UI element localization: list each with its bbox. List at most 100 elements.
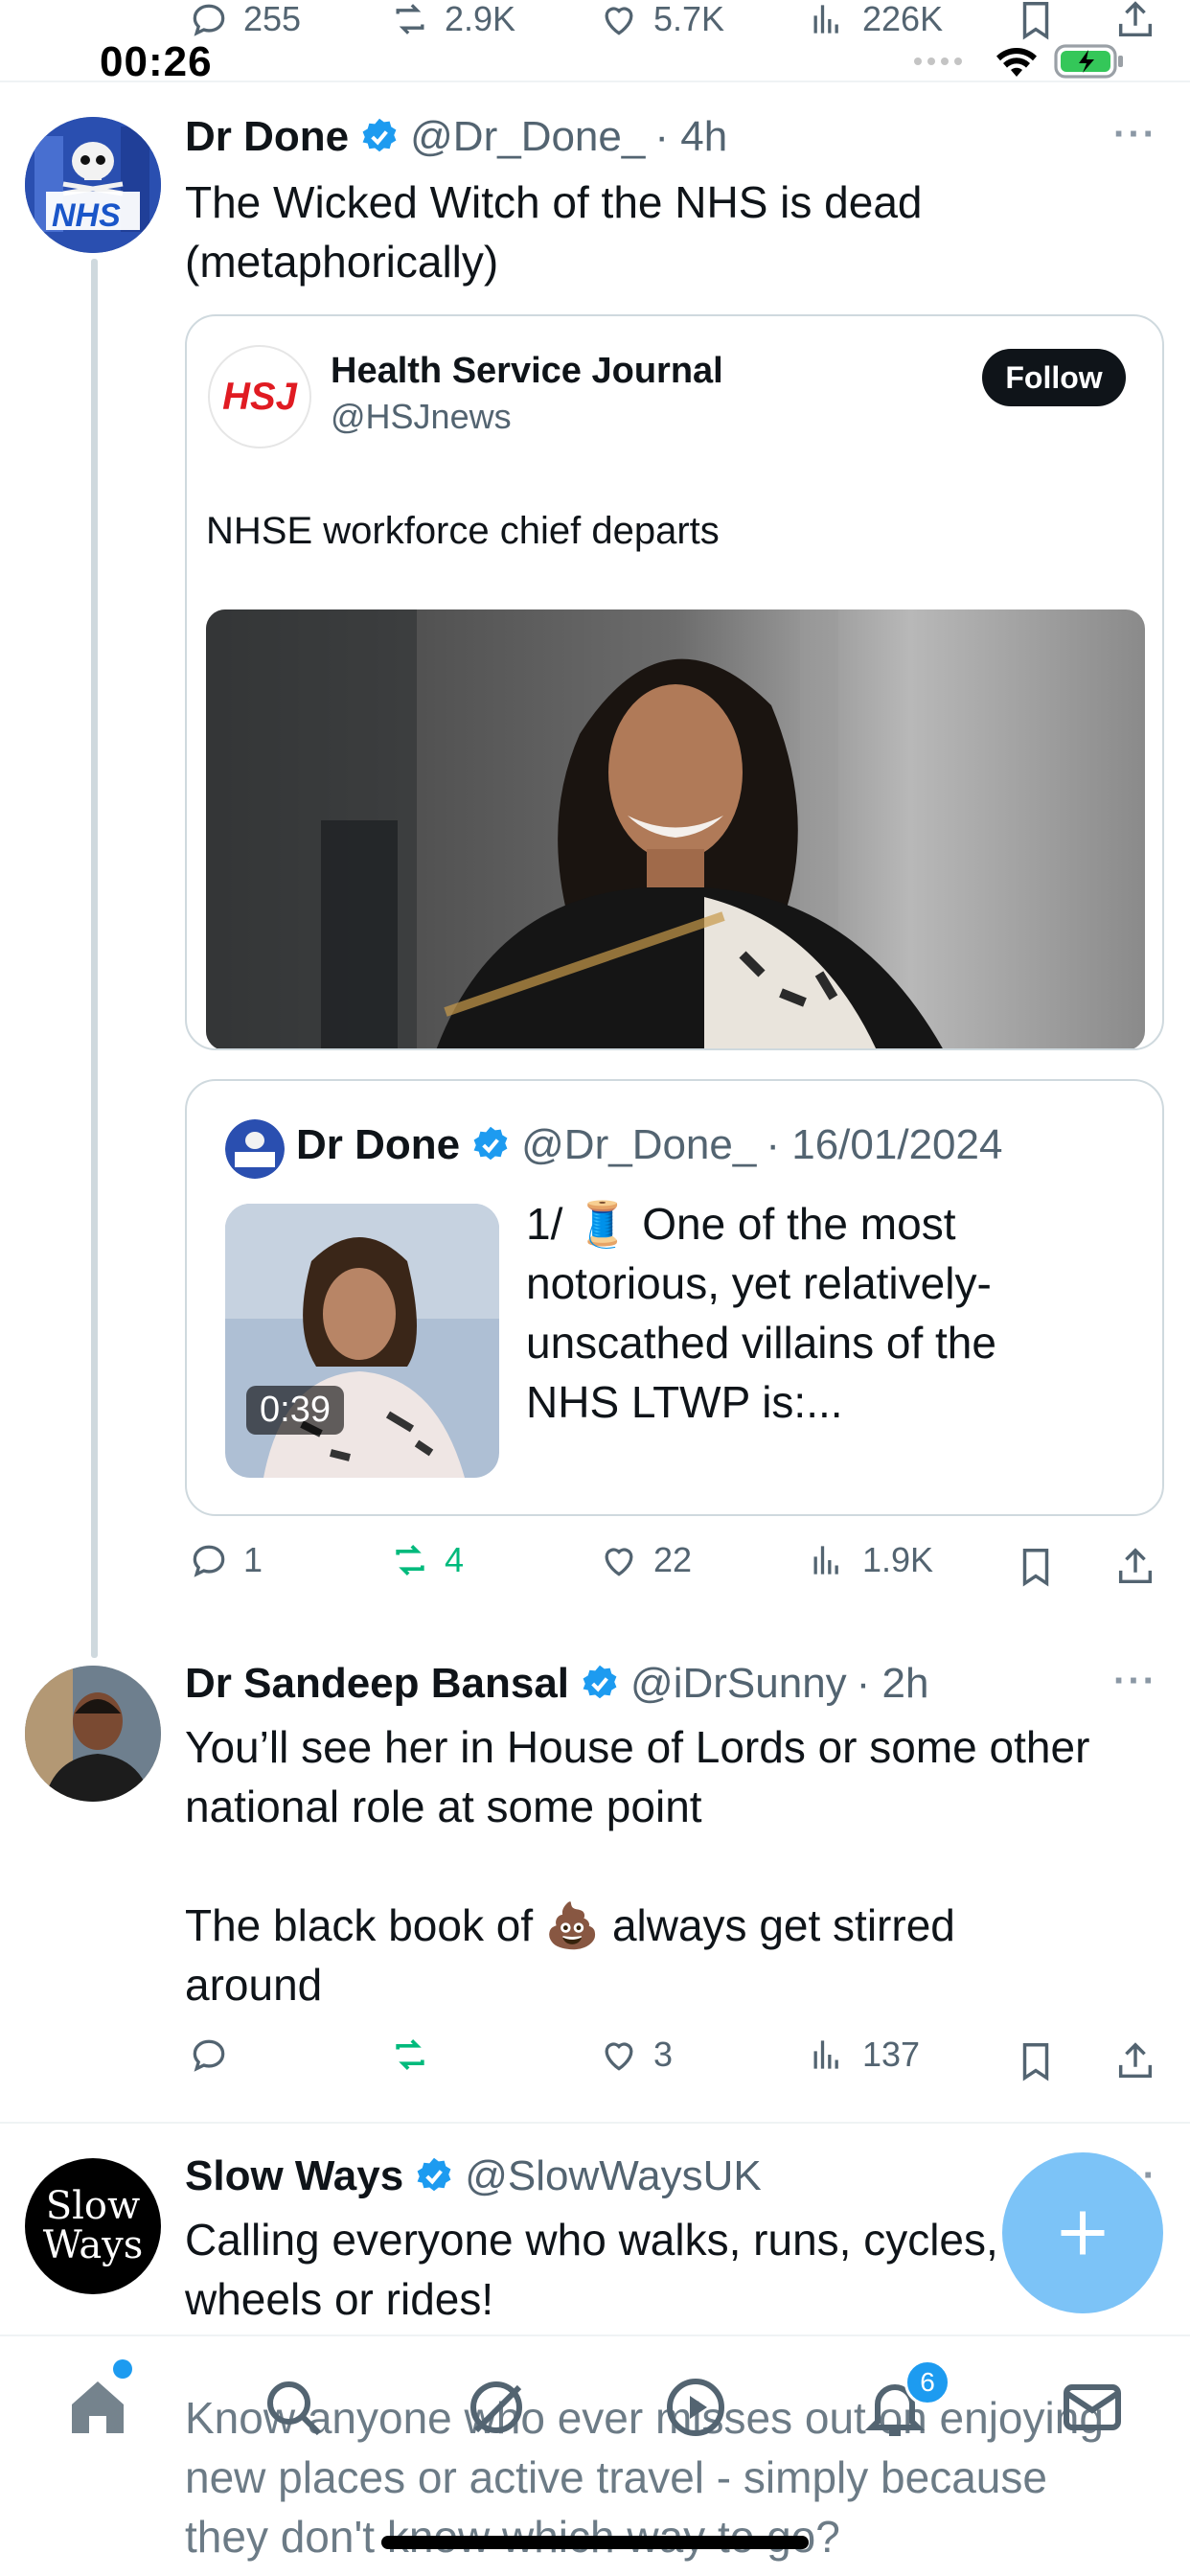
grok-icon[interactable]: [462, 2373, 531, 2442]
author-handle[interactable]: @iDrSunny: [630, 1660, 847, 1708]
like-count: 5.7K: [653, 0, 725, 38]
plus-icon: [1061, 2211, 1105, 2255]
avatar[interactable]: Slow Ways: [25, 2158, 161, 2294]
tweet-time: · 2h: [856, 1660, 929, 1707]
views-action[interactable]: 1.9K: [807, 1539, 933, 1581]
author-name[interactable]: Slow Ways: [185, 2152, 403, 2200]
like-count: 22: [653, 1540, 693, 1579]
heart-icon: [605, 1548, 633, 1576]
repost-action[interactable]: 4: [389, 1539, 464, 1581]
more-icon[interactable]: ···: [1113, 1660, 1157, 1703]
repost-icon: [396, 1545, 424, 1576]
reply-icon: [193, 2039, 225, 2072]
views-action[interactable]: 137: [807, 2034, 920, 2076]
share-icon[interactable]: [1113, 0, 1157, 44]
wifi-icon: [996, 48, 1037, 77]
views-count: 226K: [862, 0, 944, 38]
author-name[interactable]: Dr Done: [185, 113, 349, 161]
bookmark-icon[interactable]: [1014, 0, 1058, 44]
tweet-header: Dr Done @Dr_Done_ · 4h: [185, 113, 727, 161]
home-icon[interactable]: [63, 2373, 132, 2442]
like-action[interactable]: 3: [598, 2034, 673, 2076]
verified-icon: [417, 2157, 451, 2192]
tweet-header: Dr Sandeep Bansal @iDrSunny · 2h: [185, 1660, 929, 1708]
repost-icon: [396, 2039, 424, 2070]
reply-count: 255: [243, 0, 302, 38]
repost-count: 4: [445, 1540, 465, 1579]
repost-action[interactable]: [389, 2034, 445, 2076]
author-handle[interactable]: @Dr_Done_: [410, 113, 645, 161]
views-count: 137: [862, 2035, 921, 2074]
video-thumbnail[interactable]: [225, 1204, 499, 1478]
quote-author-handle[interactable]: @HSJnews: [331, 397, 512, 437]
views-icon: [813, 1546, 838, 1575]
status-icons: [912, 42, 1127, 80]
quote-header: Dr Done @Dr_Done_ · 16/01/2024: [296, 1121, 1002, 1169]
profile-photo: [25, 1666, 161, 1802]
home-dot-indicator: [113, 2359, 132, 2379]
hsj-logo: HSJ: [208, 345, 311, 448]
verified-icon: [583, 1665, 617, 1699]
tweet-text: The Wicked Witch of the NHS is dead (met…: [185, 177, 923, 287]
bookmark-icon[interactable]: [1014, 2037, 1058, 2085]
repost-action[interactable]: 2.9K: [389, 0, 515, 40]
avatar-label: Slow: [45, 2184, 141, 2228]
heart-icon: [605, 2042, 633, 2071]
bookmark-icon[interactable]: [1014, 1543, 1058, 1591]
tweet-header: Slow Ways @SlowWaysUK: [185, 2152, 762, 2200]
tweet-text: You’ll see her in House of Lords or some…: [185, 1722, 1090, 2010]
quote-text: NHSE workforce chief departs: [206, 510, 720, 552]
reply-action[interactable]: [188, 2034, 243, 2076]
reply-action[interactable]: 1: [188, 1539, 263, 1581]
news-photo[interactable]: [206, 610, 1145, 1050]
more-icon[interactable]: ···: [1113, 113, 1157, 156]
tweet-time: · 4h: [654, 113, 728, 160]
share-icon[interactable]: [1113, 2037, 1157, 2085]
notifications-badge: 6: [904, 2359, 950, 2405]
verified-icon: [362, 118, 397, 152]
repost-icon: [396, 4, 424, 34]
heart-icon: [605, 7, 633, 35]
battery-icon: [1054, 44, 1123, 79]
views-count: 1.9K: [862, 1540, 934, 1579]
like-count: 3: [653, 2035, 674, 2074]
signal-icon: [914, 58, 962, 65]
reply-icon: [193, 1545, 225, 1577]
tweet-divider: [0, 2122, 1190, 2124]
search-icon[interactable]: [259, 2373, 328, 2442]
messages-icon[interactable]: [1058, 2373, 1127, 2442]
author-handle[interactable]: @SlowWaysUK: [465, 2152, 762, 2200]
verified-icon: [473, 1126, 508, 1161]
views-icon: [813, 2040, 838, 2069]
status-time: 00:26: [100, 38, 213, 85]
avatar[interactable]: NHS: [25, 117, 161, 253]
author-name[interactable]: Dr Sandeep Bansal: [185, 1660, 569, 1708]
thread-line: [91, 259, 98, 1658]
quote-author-handle[interactable]: @Dr_Done_: [521, 1121, 756, 1169]
video-play-icon[interactable]: [661, 2373, 730, 2442]
reply-icon: [193, 4, 225, 36]
quoted-tweet-card[interactable]: HSJ Health Service Journal @HSJnews Foll…: [185, 314, 1164, 1050]
video-duration: 0:39: [246, 1386, 344, 1435]
quote-author-name[interactable]: Dr Done: [296, 1121, 460, 1169]
quoted-tweet-card-2[interactable]: Dr Done @Dr_Done_ · 16/01/2024 0:39 1/ 🧵…: [185, 1079, 1164, 1516]
compose-button[interactable]: [1002, 2152, 1163, 2313]
views-action[interactable]: 226K: [807, 0, 943, 40]
reply-count: 1: [243, 1540, 263, 1579]
share-icon[interactable]: [1113, 1543, 1157, 1591]
home-indicator: [381, 2536, 809, 2549]
quote-text: 1/ 🧵 One of the most notorious, yet rela…: [526, 1199, 996, 1427]
follow-button[interactable]: Follow: [982, 349, 1126, 406]
quote-date: · 16/01/2024: [766, 1121, 1003, 1168]
like-action[interactable]: 22: [598, 1539, 692, 1581]
avatar: [225, 1119, 285, 1179]
quote-author-name[interactable]: Health Service Journal: [331, 351, 723, 392]
avatar[interactable]: [25, 1666, 161, 1802]
like-action[interactable]: 5.7K: [598, 0, 724, 40]
avatar-label: Ways: [42, 2223, 144, 2267]
hsj-logo-text: HSJ: [222, 375, 297, 418]
avatar-nhs-label: NHS: [52, 197, 121, 234]
reply-action[interactable]: 255: [188, 0, 301, 40]
repost-count: 2.9K: [445, 0, 516, 38]
views-icon: [813, 5, 838, 34]
